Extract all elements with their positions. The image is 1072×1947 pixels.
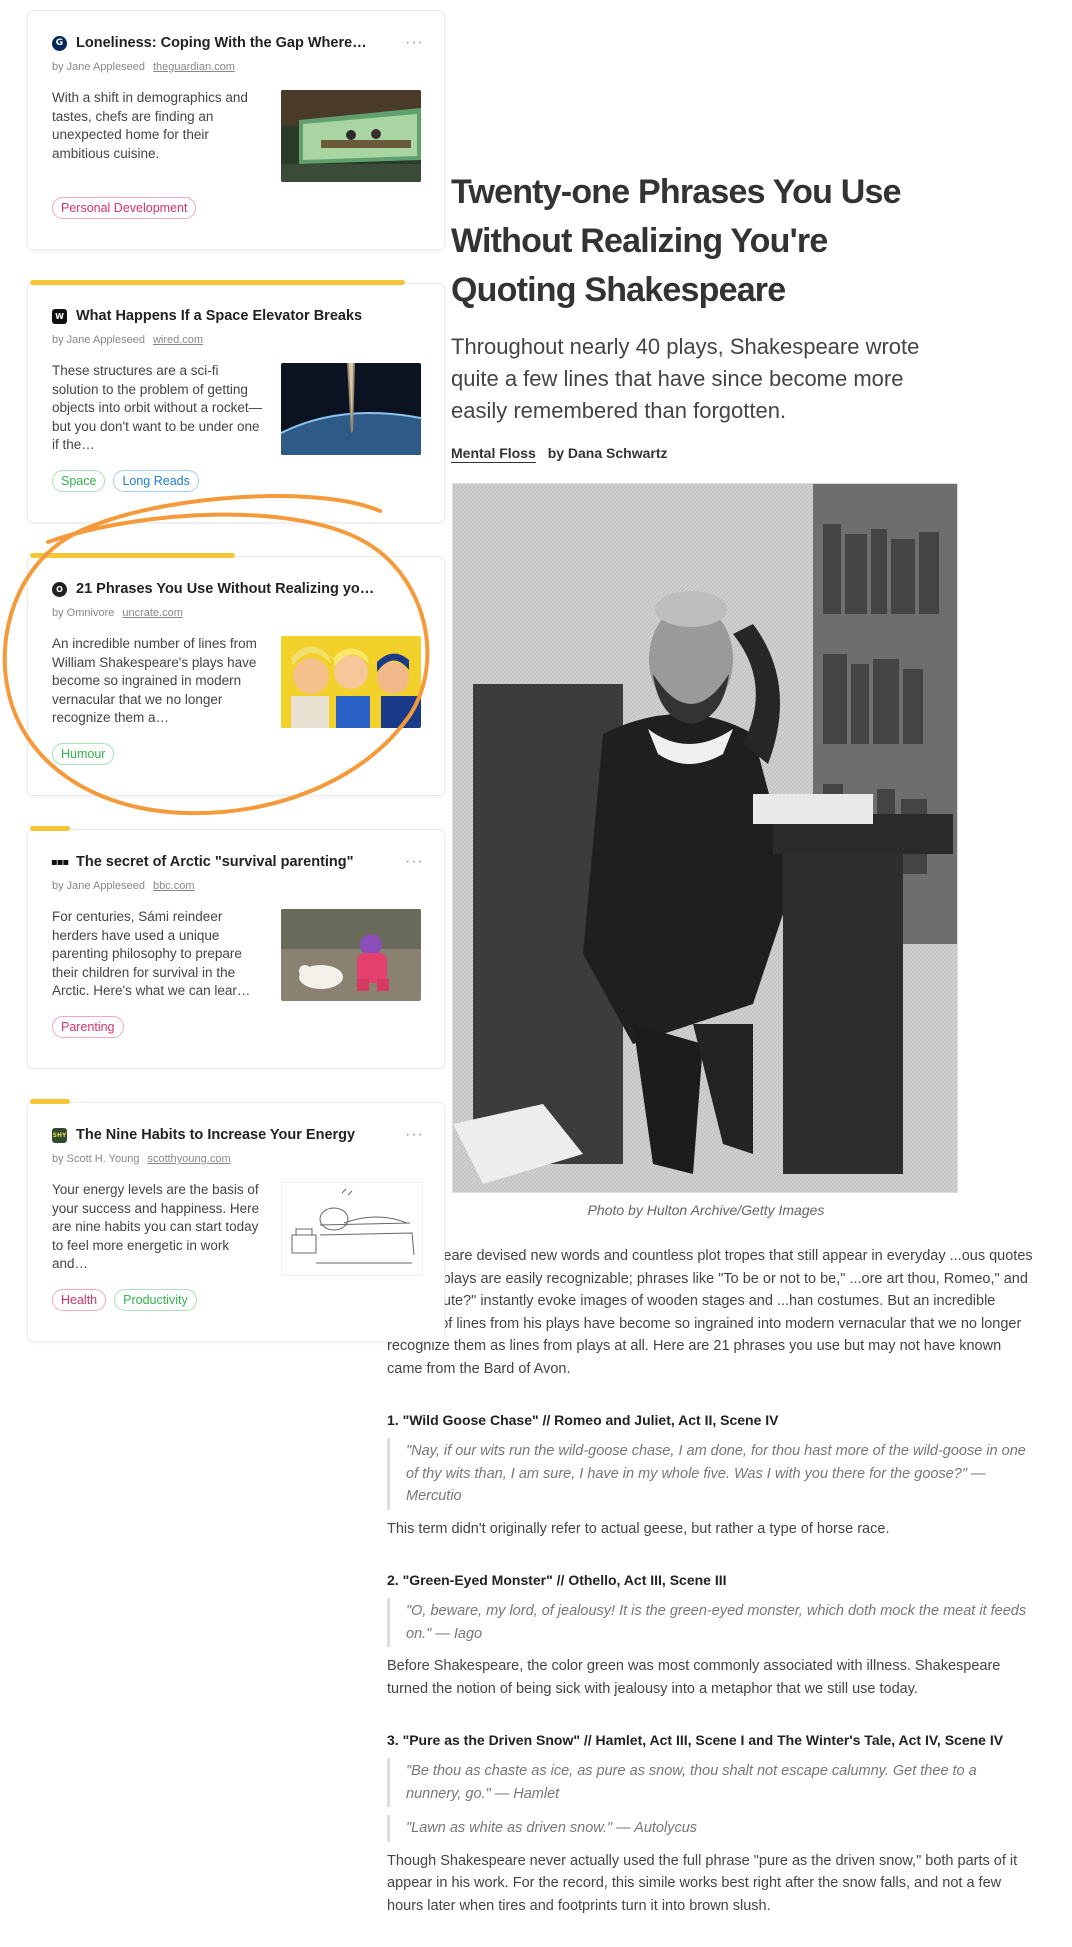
card-tags: Parenting xyxy=(52,1016,124,1038)
progress-bar xyxy=(30,1099,70,1104)
progress-bar xyxy=(30,553,235,558)
card-title[interactable]: 21 Phrases You Use Without Realizing yo… xyxy=(76,581,424,597)
article-dek: Throughout nearly 40 plays, Shakespeare … xyxy=(451,334,920,423)
article-section: 3. "Pure as the Driven Snow" // Hamlet, … xyxy=(387,1730,1035,1917)
card-tags: Health Productivity xyxy=(52,1289,197,1311)
card-title[interactable]: The Nine Habits to Increase Your Energy xyxy=(76,1127,393,1143)
card-thumbnail xyxy=(281,909,421,1001)
card-thumbnail xyxy=(281,636,421,728)
shy-icon: SHY xyxy=(52,1127,67,1143)
section-quote: "O, beware, my lord, of jealousy! It is … xyxy=(387,1598,1035,1647)
guardian-icon: G xyxy=(52,35,67,51)
card-thumbnail xyxy=(281,363,421,455)
card-title-row: O 21 Phrases You Use Without Realizing y… xyxy=(52,581,424,597)
section-quote: "Be thou as chaste as ice, as pure as sn… xyxy=(387,1758,1035,1807)
section-heading: 2. "Green-Eyed Monster" // Othello, Act … xyxy=(387,1572,727,1588)
more-options-icon[interactable]: ··· xyxy=(405,854,424,870)
library-card[interactable]: G Loneliness: Coping With the Gap Where…… xyxy=(27,10,445,250)
card-tags: Space Long Reads xyxy=(52,470,199,492)
section-text: Though Shakespeare never actually used t… xyxy=(387,1852,1018,1914)
card-excerpt: An incredible number of lines from Willi… xyxy=(52,636,257,725)
progress-bar xyxy=(30,280,405,285)
card-excerpt: With a shift in demographics and tastes,… xyxy=(52,90,248,161)
omnivore-icon: O xyxy=(52,581,67,597)
bbc-icon: ▪▪▪ xyxy=(50,854,69,870)
article-author: by Dana Schwartz xyxy=(547,445,668,461)
card-title[interactable]: The secret of Arctic "survival parenting… xyxy=(76,854,393,870)
tag-health[interactable]: Health xyxy=(52,1289,107,1311)
article-section: 2. "Green-Eyed Monster" // Othello, Act … xyxy=(387,1570,1035,1700)
more-options-icon[interactable]: ··· xyxy=(405,1127,424,1143)
article-byline: Mental Floss by Dana Schwartz xyxy=(451,445,951,463)
card-meta: by Omnivore uncrate.com xyxy=(52,607,183,619)
card-title-row: W What Happens If a Space Elevator Break… xyxy=(52,308,424,324)
card-domain-link[interactable]: wired.com xyxy=(153,334,203,346)
section-text: This term didn't originally refer to act… xyxy=(387,1520,890,1537)
section-quote: "Lawn as white as driven snow." — Autoly… xyxy=(387,1815,1035,1842)
library-card[interactable]: W What Happens If a Space Elevator Break… xyxy=(27,280,445,523)
article-figure: Photo by Hulton Archive/Getty Images xyxy=(452,483,960,1218)
card-author: by Scott H. Young xyxy=(52,1153,140,1165)
card-thumbnail xyxy=(281,90,421,182)
card-thumbnail xyxy=(281,1182,423,1276)
card-author: by Jane Appleseed xyxy=(52,334,145,346)
card-title[interactable]: Loneliness: Coping With the Gap Where… xyxy=(76,35,393,51)
card-meta: by Jane Appleseed bbc.com xyxy=(52,880,195,892)
card-title-row: ▪▪▪ The secret of Arctic "survival paren… xyxy=(50,854,424,871)
section-heading: 1. "Wild Goose Chase" // Romeo and Julie… xyxy=(387,1412,779,1428)
wired-icon: W xyxy=(52,308,67,324)
card-domain-link[interactable]: scotthyoung.com xyxy=(147,1153,230,1165)
library-card[interactable]: O 21 Phrases You Use Without Realizing y… xyxy=(27,553,445,796)
article-section: 1. "Wild Goose Chase" // Romeo and Julie… xyxy=(387,1410,1035,1540)
article-headline: Twenty-one Phrases You Use Without Reali… xyxy=(451,173,901,309)
section-heading: 3. "Pure as the Driven Snow" // Hamlet, … xyxy=(387,1732,1004,1748)
section-text: Before Shakespeare, the color green was … xyxy=(387,1658,1001,1697)
more-options-icon[interactable]: ··· xyxy=(405,35,424,51)
card-author: by Omnivore xyxy=(52,607,115,619)
card-tags: Humour xyxy=(52,743,115,765)
article-header: Twenty-one Phrases You Use Without Reali… xyxy=(451,168,951,463)
card-title[interactable]: What Happens If a Space Elevator Breaks xyxy=(76,308,424,324)
publication-link[interactable]: Mental Floss xyxy=(451,445,536,463)
card-author: by Jane Appleseed xyxy=(52,880,145,892)
card-author: by Jane Appleseed xyxy=(52,61,145,73)
card-title-row: SHY The Nine Habits to Increase Your Ene… xyxy=(52,1127,424,1143)
section-quote: "Nay, if our wits run the wild-goose cha… xyxy=(387,1438,1035,1510)
card-meta: by Scott H. Young scotthyoung.com xyxy=(52,1153,231,1165)
progress-bar xyxy=(30,826,70,831)
article-intro: Shakespeare devised new words and countl… xyxy=(387,1248,1033,1377)
card-excerpt: Your energy levels are the basis of your… xyxy=(52,1182,260,1271)
card-title-row: G Loneliness: Coping With the Gap Where…… xyxy=(52,35,424,51)
article-body: Shakespeare devised new words and countl… xyxy=(387,1245,1035,1947)
tag-personal-development[interactable]: Personal Development xyxy=(52,197,197,219)
tag-parenting[interactable]: Parenting xyxy=(52,1016,124,1038)
card-excerpt: These structures are a sci-fi solution t… xyxy=(52,363,263,452)
card-meta: by Jane Appleseed wired.com xyxy=(52,334,203,346)
card-domain-link[interactable]: uncrate.com xyxy=(122,607,183,619)
card-domain-link[interactable]: bbc.com xyxy=(153,880,195,892)
tag-productivity[interactable]: Productivity xyxy=(114,1289,197,1311)
library-card[interactable]: SHY The Nine Habits to Increase Your Ene… xyxy=(27,1099,445,1342)
card-tags: Personal Development xyxy=(52,197,197,219)
card-excerpt: For centuries, Sámi reindeer herders hav… xyxy=(52,909,251,998)
card-domain-link[interactable]: theguardian.com xyxy=(153,61,235,73)
tag-humour[interactable]: Humour xyxy=(52,743,115,765)
tag-long-reads[interactable]: Long Reads xyxy=(113,470,199,492)
image-caption: Photo by Hulton Archive/Getty Images xyxy=(587,1202,825,1218)
card-meta: by Jane Appleseed theguardian.com xyxy=(52,61,235,73)
library-card[interactable]: ▪▪▪ The secret of Arctic "survival paren… xyxy=(27,826,445,1069)
shakespeare-portrait-image xyxy=(452,483,958,1193)
tag-space[interactable]: Space xyxy=(52,470,106,492)
